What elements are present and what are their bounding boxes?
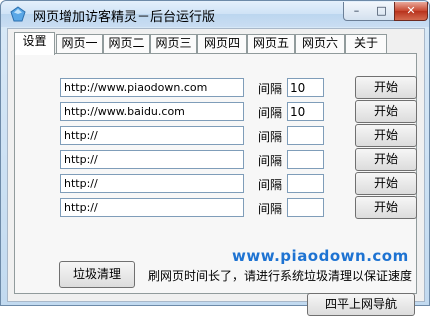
tab-about[interactable]: 关于 xyxy=(345,34,387,53)
interval-input-3[interactable] xyxy=(287,126,324,145)
url-input-3[interactable] xyxy=(60,126,244,145)
url-input-1[interactable] xyxy=(60,78,244,97)
app-window: 网页增加访客精灵－后台运行版 – □ ✕ 设置 网页一 网页二 网页三 网页四 … xyxy=(0,0,430,316)
client-area: 设置 网页一 网页二 网页三 网页四 网页五 网页六 关于 间隔 开始 间隔 开… xyxy=(7,28,425,316)
cleanup-hint: 刷网页时间长了，请进行系统垃圾清理以保证速度 xyxy=(148,269,413,283)
interval-input-6[interactable] xyxy=(287,198,324,217)
start-button-1[interactable]: 开始 xyxy=(355,76,417,99)
title-bar[interactable]: 网页增加访客精灵－后台运行版 – □ ✕ xyxy=(1,1,429,27)
watermark-text: www.piaodown.com xyxy=(232,247,409,265)
tab-page-6[interactable]: 网页六 xyxy=(295,34,345,53)
interval-label-1: 间隔 xyxy=(258,82,283,96)
start-button-4[interactable]: 开始 xyxy=(355,148,417,171)
tab-page-3[interactable]: 网页三 xyxy=(150,34,197,53)
url-input-6[interactable] xyxy=(60,198,244,217)
close-button[interactable]: ✕ xyxy=(394,2,428,21)
interval-input-5[interactable] xyxy=(287,174,324,193)
url-input-4[interactable] xyxy=(60,150,244,169)
interval-label-5: 间隔 xyxy=(258,178,283,192)
tab-page-1[interactable]: 网页一 xyxy=(56,34,103,53)
interval-label-6: 间隔 xyxy=(258,202,283,216)
minimize-button[interactable]: – xyxy=(343,2,370,21)
window-title: 网页增加访客精灵－后台运行版 xyxy=(33,10,216,25)
settings-panel: 间隔 开始 间隔 开始 间隔 开始 间隔 开始 间隔 开始 xyxy=(14,53,417,316)
interval-input-1[interactable] xyxy=(287,78,324,97)
web-navigation-button[interactable]: 四平上网导航 xyxy=(307,293,415,316)
tab-page-4[interactable]: 网页四 xyxy=(197,34,247,53)
tab-settings[interactable]: 设置 xyxy=(14,32,55,55)
tab-page-2[interactable]: 网页二 xyxy=(103,34,150,53)
interval-input-4[interactable] xyxy=(287,150,324,169)
url-input-2[interactable] xyxy=(60,102,244,121)
url-input-5[interactable] xyxy=(60,174,244,193)
junk-clean-button[interactable]: 垃圾清理 xyxy=(59,261,135,288)
start-button-3[interactable]: 开始 xyxy=(355,124,417,147)
tab-page-5[interactable]: 网页五 xyxy=(247,34,295,53)
maximize-button[interactable]: □ xyxy=(369,2,395,21)
interval-label-2: 间隔 xyxy=(258,106,283,120)
interval-label-3: 间隔 xyxy=(258,130,283,144)
interval-input-2[interactable] xyxy=(287,102,324,121)
start-button-2[interactable]: 开始 xyxy=(355,100,417,123)
interval-label-4: 间隔 xyxy=(258,154,283,168)
start-button-5[interactable]: 开始 xyxy=(355,172,417,195)
start-button-6[interactable]: 开始 xyxy=(355,196,417,219)
app-icon xyxy=(10,6,26,22)
